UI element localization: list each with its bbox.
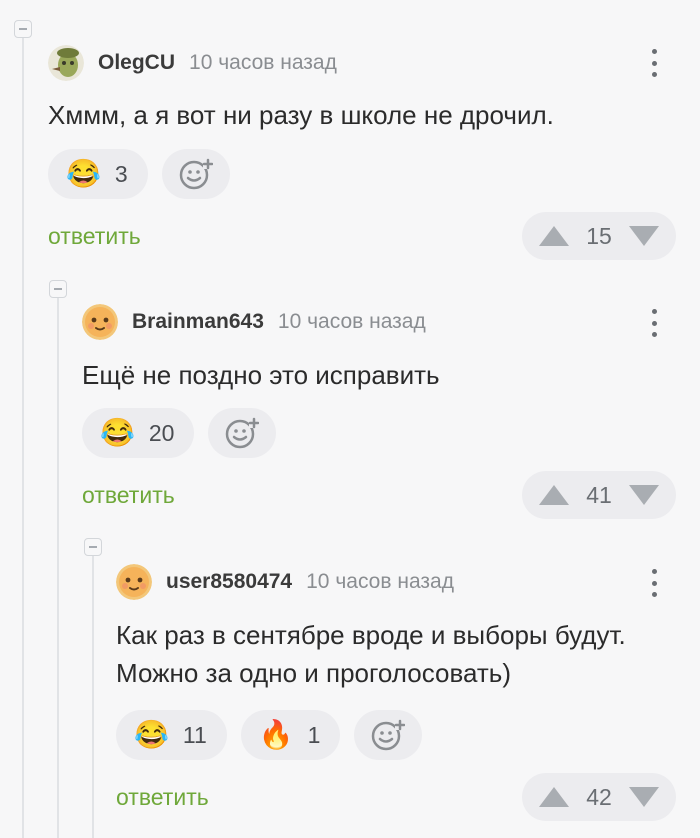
upvote-arrow-icon[interactable] (539, 787, 569, 807)
rating-widget: 42 (522, 773, 676, 821)
downvote-arrow-icon[interactable] (629, 787, 659, 807)
comment-text-line: Можно за одно и проголосовать) (116, 658, 512, 688)
comment-text-line: Как раз в сентябре вроде и выборы будут. (116, 620, 626, 650)
reaction-count: 11 (182, 721, 207, 748)
timestamp: 10 часов назад (306, 570, 454, 593)
comment: user8580474 10 часов назад Как раз в сен… (0, 0, 700, 838)
more-options-icon[interactable] (649, 565, 659, 601)
comment-text: Как раз в сентябре вроде и выборы будут.… (116, 616, 626, 692)
add-reaction-icon (372, 719, 406, 751)
username[interactable]: user8580474 (166, 570, 292, 594)
fire-emoji-icon: 🔥 (258, 719, 294, 750)
rating-score: 42 (586, 783, 612, 810)
reaction-count: 1 (307, 721, 321, 748)
reaction-button[interactable]: 😂 11 (116, 710, 227, 760)
laughing-tears-emoji-icon: 😂 (134, 719, 169, 750)
reply-link[interactable]: ответить (116, 784, 209, 811)
add-reaction-button[interactable] (354, 710, 423, 760)
avatar[interactable] (116, 564, 152, 600)
reaction-button[interactable]: 🔥 1 (240, 710, 341, 760)
